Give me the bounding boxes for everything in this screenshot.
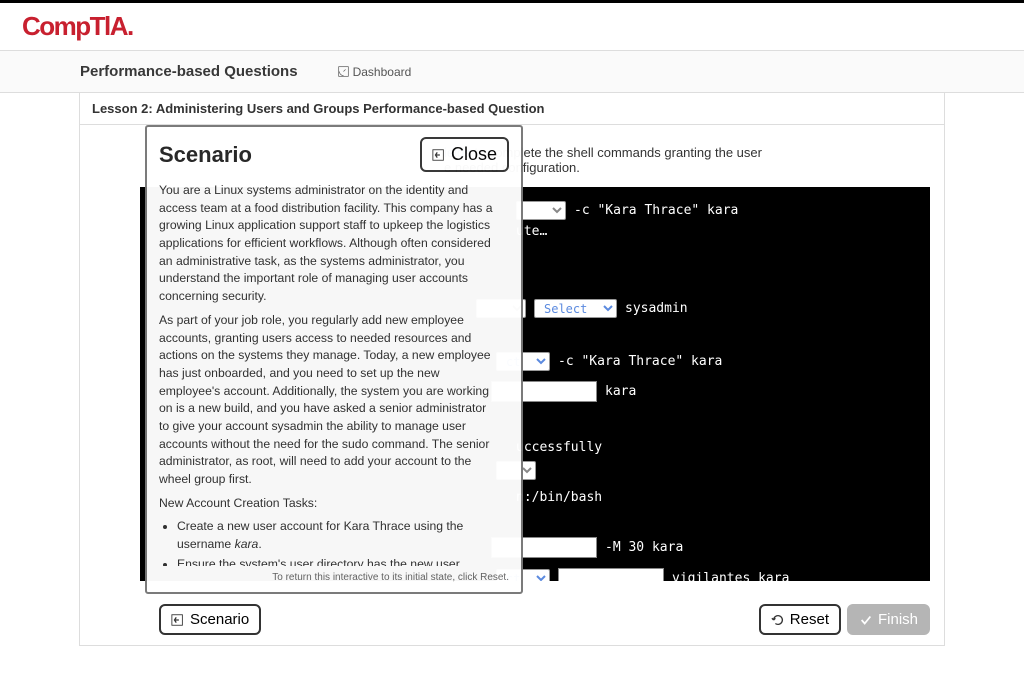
terminal-row-7: n:/bin/bash <box>516 490 914 505</box>
terminal-row-3: ct -c "Kara Thrace" kara <box>496 352 914 371</box>
code-fragment: -c "Kara Thrace" kara <box>558 354 722 369</box>
check-icon <box>859 613 873 627</box>
reset-button[interactable]: Reset <box>759 604 841 635</box>
page-section-title: Performance-based Questions <box>80 63 298 80</box>
terminal-row-8: -M 30 kara <box>491 537 914 558</box>
scenario-button-label: Scenario <box>190 611 249 628</box>
header-bar: Performance-based Questions Dashboard <box>0 50 1024 93</box>
scenario-paragraph-1: You are a Linux systems administrator on… <box>159 182 499 306</box>
command-select-1[interactable] <box>516 201 566 220</box>
close-back-icon <box>432 148 446 162</box>
code-fragment: -M 30 kara <box>605 540 683 555</box>
dashboard-icon <box>338 66 349 77</box>
command-input-9[interactable] <box>558 568 664 581</box>
reset-icon <box>771 613 785 627</box>
dashboard-label: Dashboard <box>353 65 412 79</box>
scenario-button[interactable]: Scenario <box>159 604 261 635</box>
close-label: Close <box>451 144 497 165</box>
finish-button[interactable]: Finish <box>847 604 930 635</box>
finish-label: Finish <box>878 611 918 628</box>
terminal-row-2: Select sysadmin <box>476 299 914 318</box>
scenario-icon <box>171 613 185 627</box>
terminal-row-6 <box>496 461 914 480</box>
dashboard-link[interactable]: Dashboard <box>338 65 412 79</box>
brand-logo: CompTlA. <box>22 11 133 41</box>
code-fragment: sysadmin <box>625 301 688 316</box>
main-panel: Lesson 2: Administering Users and Groups… <box>79 93 945 646</box>
code-fragment: kara <box>605 384 636 399</box>
scenario-body[interactable]: You are a Linux systems administrator on… <box>159 176 509 566</box>
terminal-row-5: uccessfully <box>516 440 914 455</box>
task-item-1: Create a new user account for Kara Thrac… <box>177 518 499 553</box>
scenario-panel: Scenario Close You are a Linux systems a… <box>145 125 523 594</box>
reset-hint: To return this interactive to its initia… <box>159 572 509 584</box>
tasks-list: Create a new user account for Kara Thrac… <box>177 518 499 566</box>
interactive-stage: ields to complete the shell commands gra… <box>80 125 944 645</box>
code-fragment: vigilantes kara <box>672 571 789 581</box>
terminal-row-9: ct vigilantes kara <box>496 568 914 581</box>
terminal-row-1b: ute… <box>516 224 914 239</box>
task-item-2: Ensure the system's user directory has t… <box>177 556 499 566</box>
reset-label: Reset <box>790 611 829 628</box>
footer-bar: Scenario Reset Finish <box>94 604 930 635</box>
tasks-heading: New Account Creation Tasks: <box>159 495 499 513</box>
lesson-title: Lesson 2: Administering Users and Groups… <box>80 93 944 125</box>
scenario-paragraph-2: As part of your job role, you regularly … <box>159 312 499 489</box>
logo-row: CompTlA. <box>0 3 1024 46</box>
command-select-2b[interactable]: Select <box>534 299 617 318</box>
terminal-row-1: -c "Kara Thrace" kara <box>516 201 914 220</box>
scenario-heading: Scenario <box>159 142 252 168</box>
close-button[interactable]: Close <box>420 137 509 172</box>
code-fragment: -c "Kara Thrace" kara <box>574 203 738 218</box>
terminal-row-4: kara <box>491 381 914 402</box>
